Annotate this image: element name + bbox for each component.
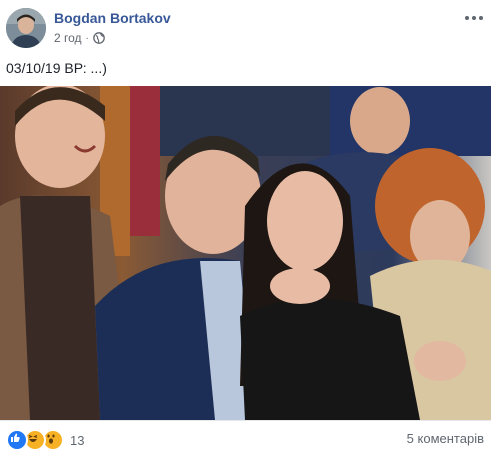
post-meta: 2 год · [54,31,105,45]
like-reaction-icon [6,429,28,451]
post-caption: 03/10/19 ВР: ...) [6,60,107,76]
post-footer: 13 5 коментарів [0,420,491,456]
thumbs-up-icon [11,433,20,442]
author-name-link[interactable]: Bogdan Bortakov [54,10,171,26]
author-avatar[interactable] [6,8,46,48]
more-options-icon[interactable] [463,10,485,26]
post-header: Bogdan Bortakov 2 год · [0,0,491,56]
comments-count-link[interactable]: 5 коментарів [407,431,484,446]
more-dot [479,16,483,20]
facebook-post: Bogdan Bortakov 2 год · 03/10/19 ВР: ...… [0,0,491,455]
avatar-image [6,8,46,48]
reaction-count: 13 [70,432,85,448]
reactions-summary[interactable]: 13 [6,429,84,451]
photo-image [0,86,491,420]
globe-icon[interactable] [93,32,105,44]
more-dot [472,16,476,20]
more-dot [465,16,469,20]
post-photo[interactable] [0,86,491,420]
post-timestamp[interactable]: 2 год [54,31,82,45]
meta-separator: · [85,32,89,44]
